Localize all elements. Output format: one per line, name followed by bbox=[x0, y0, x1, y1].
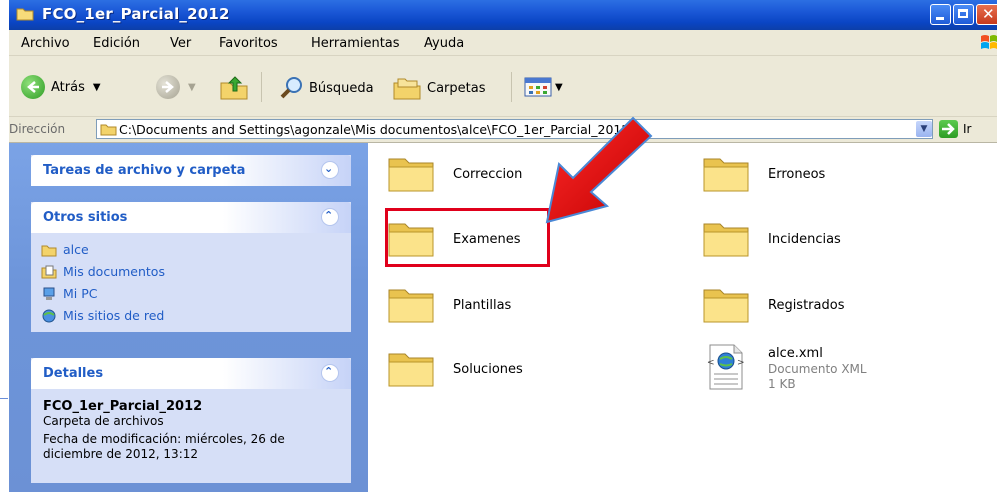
folder-icon bbox=[16, 8, 34, 21]
address-bar: Dirección C:\Documents and Settings\agon… bbox=[9, 117, 997, 143]
up-folder-icon[interactable] bbox=[219, 73, 249, 101]
highlight-box bbox=[385, 208, 550, 267]
link-mis-sitios-de-red[interactable]: Mis sitios de red bbox=[41, 308, 164, 323]
folder-icon bbox=[41, 245, 57, 256]
folder-icon bbox=[703, 289, 749, 323]
toolbar: Atrás ▼ ▼ Búsqueda Carpetas ▼ bbox=[9, 56, 997, 117]
other-places-box: Otros sitios ⌃ alce Mis documentos Mi PC… bbox=[31, 202, 351, 332]
forward-button[interactable]: ▼ bbox=[156, 75, 196, 99]
details-header[interactable]: Detalles ⌃ bbox=[31, 358, 351, 389]
details-name: FCO_1er_Parcial_2012 bbox=[43, 399, 203, 414]
folder-icon bbox=[388, 289, 434, 323]
back-arrow-icon bbox=[21, 75, 45, 99]
link-label: alce bbox=[63, 242, 89, 257]
file-list: Correccion Erroneos Examenes Incidencias bbox=[369, 143, 997, 492]
close-button[interactable]: ✕ bbox=[976, 4, 997, 25]
annotation-arrow-icon bbox=[545, 116, 653, 224]
address-input[interactable]: C:\Documents and Settings\agonzale\Mis d… bbox=[96, 119, 933, 139]
search-button[interactable]: Búsqueda bbox=[279, 75, 374, 101]
other-places-header[interactable]: Otros sitios ⌃ bbox=[31, 202, 351, 233]
forward-dropdown-icon[interactable]: ▼ bbox=[188, 82, 196, 93]
my-documents-icon bbox=[41, 265, 57, 278]
collapse-icon[interactable]: ⌃ bbox=[321, 208, 339, 226]
menu-edicion[interactable]: Edición bbox=[93, 36, 140, 51]
views-button[interactable]: ▼ bbox=[524, 77, 563, 97]
forward-arrow-icon bbox=[156, 75, 180, 99]
folders-icon bbox=[393, 78, 421, 100]
tasks-box: Tareas de archivo y carpeta ⌄ bbox=[31, 155, 351, 186]
explorer-window: FCO_1er_Parcial_2012 ✕ Archivo Edición V… bbox=[9, 0, 997, 492]
go-label[interactable]: Ir bbox=[963, 122, 971, 136]
item-label: Correccion bbox=[453, 167, 523, 182]
link-mi-pc[interactable]: Mi PC bbox=[41, 286, 98, 301]
task-pane: Tareas de archivo y carpeta ⌄ Otros siti… bbox=[9, 143, 368, 492]
windows-logo-icon bbox=[967, 32, 997, 53]
expand-icon[interactable]: ⌄ bbox=[321, 161, 339, 179]
menu-herramientas[interactable]: Herramientas bbox=[311, 36, 400, 51]
item-label: alce.xml bbox=[768, 346, 823, 361]
item-label: Registrados bbox=[768, 298, 845, 313]
menu-bar: Archivo Edición Ver Favoritos Herramient… bbox=[9, 30, 997, 56]
link-alce[interactable]: alce bbox=[41, 242, 89, 257]
folders-label: Carpetas bbox=[427, 80, 486, 96]
address-dropdown-icon[interactable]: ▼ bbox=[916, 121, 932, 137]
title-bar[interactable]: FCO_1er_Parcial_2012 ✕ bbox=[9, 0, 997, 30]
go-arrow-icon bbox=[942, 123, 955, 135]
collapse-icon[interactable]: ⌃ bbox=[321, 364, 339, 382]
link-label: Mis sitios de red bbox=[63, 308, 165, 323]
search-icon bbox=[280, 77, 302, 99]
folder-icon bbox=[388, 353, 434, 387]
go-button[interactable] bbox=[939, 120, 958, 138]
address-label: Dirección bbox=[9, 122, 66, 136]
maximize-button[interactable] bbox=[953, 4, 974, 25]
item-label: Plantillas bbox=[453, 298, 512, 313]
folder-icon bbox=[388, 158, 434, 192]
computer-icon bbox=[43, 287, 55, 300]
toolbar-separator bbox=[261, 72, 262, 102]
views-icon bbox=[524, 77, 552, 97]
item-size: 1 KB bbox=[768, 377, 796, 391]
svg-text:>: > bbox=[737, 358, 745, 368]
network-places-icon bbox=[42, 309, 56, 322]
views-dropdown-icon[interactable]: ▼ bbox=[555, 82, 563, 93]
folders-button[interactable]: Carpetas bbox=[392, 75, 485, 101]
back-dropdown-icon[interactable]: ▼ bbox=[93, 82, 101, 93]
menu-ayuda[interactable]: Ayuda bbox=[424, 36, 464, 51]
menu-ver[interactable]: Ver bbox=[170, 36, 191, 51]
item-type: Documento XML bbox=[768, 362, 867, 376]
item-label: Incidencias bbox=[768, 232, 841, 247]
details-title: Detalles bbox=[43, 366, 104, 381]
link-label: Mi PC bbox=[63, 286, 98, 301]
folder-icon bbox=[703, 223, 749, 257]
link-mis-documentos[interactable]: Mis documentos bbox=[41, 264, 165, 279]
minimize-button[interactable] bbox=[930, 4, 951, 25]
link-label: Mis documentos bbox=[63, 264, 165, 279]
item-label: Soluciones bbox=[453, 362, 523, 377]
details-box: Detalles ⌃ FCO_1er_Parcial_2012 Carpeta … bbox=[31, 358, 351, 483]
tasks-title: Tareas de archivo y carpeta bbox=[43, 163, 246, 178]
folder-icon bbox=[703, 158, 749, 192]
menu-favoritos[interactable]: Favoritos bbox=[219, 36, 278, 51]
other-places-title: Otros sitios bbox=[43, 210, 128, 225]
details-date: Fecha de modificación: miércoles, 26 de … bbox=[43, 432, 285, 461]
back-button[interactable]: Atrás ▼ bbox=[21, 75, 101, 99]
decorative-line bbox=[0, 398, 8, 399]
search-label: Búsqueda bbox=[309, 80, 374, 96]
toolbar-separator bbox=[511, 72, 512, 102]
back-label: Atrás bbox=[51, 79, 85, 95]
svg-text:<: < bbox=[707, 358, 715, 368]
window-title: FCO_1er_Parcial_2012 bbox=[42, 5, 230, 23]
xml-file-icon: < > bbox=[707, 344, 745, 390]
details-type: Carpeta de archivos bbox=[43, 414, 164, 428]
menu-archivo[interactable]: Archivo bbox=[21, 36, 70, 51]
item-label: Erroneos bbox=[768, 167, 826, 182]
folder-icon bbox=[100, 124, 117, 136]
tasks-header[interactable]: Tareas de archivo y carpeta ⌄ bbox=[31, 155, 351, 186]
